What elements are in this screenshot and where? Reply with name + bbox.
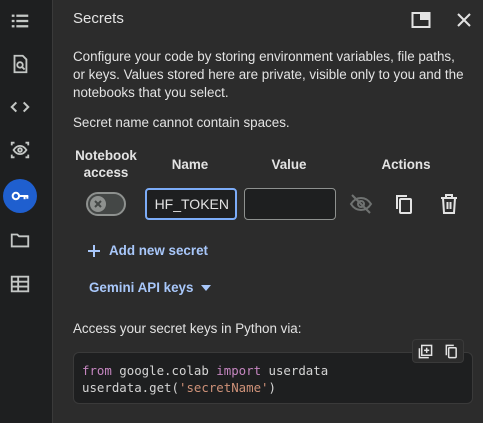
close-icon: [457, 13, 471, 27]
column-header-notebook-access: Notebook access: [71, 147, 141, 181]
left-icon-rail: [0, 0, 40, 423]
delete-secret-button[interactable]: [436, 191, 462, 217]
code-line-2: userdata.get('secretName'): [82, 379, 464, 396]
code-icon: [10, 101, 30, 113]
code-keyword-import: import: [216, 363, 262, 378]
column-header-name: Name: [171, 157, 209, 172]
gemini-api-keys-label: Gemini API keys: [89, 280, 194, 295]
access-instructions: Access your secret keys in Python via:: [73, 321, 302, 336]
secret-name-value: HF_TOKEN: [154, 196, 229, 212]
key-icon: [11, 191, 29, 201]
toggle-visibility-button[interactable]: [348, 191, 374, 217]
variables-inspector-button[interactable]: [3, 133, 37, 167]
column-header-actions: Actions: [381, 157, 431, 172]
secret-value-input[interactable]: [244, 188, 336, 220]
column-header-notebook-access-line2: access: [83, 165, 129, 180]
code-line-1: from google.colab import userdata: [82, 362, 464, 379]
code-import-name: userdata: [261, 363, 329, 378]
files-button[interactable]: [3, 223, 37, 257]
copy-secret-button[interactable]: [391, 191, 417, 217]
eye-icon: [10, 141, 30, 159]
column-header-value: Value: [271, 157, 307, 172]
plus-icon: [88, 244, 100, 257]
find-replace-button[interactable]: [3, 47, 37, 81]
open-in-tab-button[interactable]: [410, 9, 432, 31]
notebook-access-toggle[interactable]: [86, 192, 126, 216]
code-call: userdata.get(: [82, 380, 179, 395]
code-snippets-button[interactable]: [3, 90, 37, 124]
code-close-paren: ): [268, 380, 276, 395]
gemini-api-keys-dropdown[interactable]: Gemini API keys: [89, 280, 212, 295]
secrets-panel: Secrets Configure your code by storing e…: [52, 0, 483, 423]
column-header-notebook-access-line1: Notebook: [75, 148, 137, 163]
secret-name-input[interactable]: HF_TOKEN: [145, 188, 237, 220]
close-panel-button[interactable]: [453, 9, 475, 31]
trash-icon: [441, 194, 457, 214]
secrets-button[interactable]: [3, 179, 37, 213]
copy-icon: [445, 344, 457, 358]
insert-code-button[interactable]: [418, 344, 433, 359]
panel-title: Secrets: [73, 10, 124, 27]
code-toolbar: [412, 339, 464, 363]
copy-icon: [396, 195, 412, 214]
copy-code-button[interactable]: [444, 344, 458, 359]
data-table-button[interactable]: [3, 267, 37, 301]
panel-description: Configure your code by storing environme…: [73, 49, 464, 100]
eye-off-icon: [349, 194, 373, 214]
open-in-tab-icon: [411, 12, 431, 28]
add-new-secret-button[interactable]: Add new secret: [87, 243, 208, 258]
table-of-contents-button[interactable]: [3, 4, 37, 38]
toggle-knob: [90, 196, 106, 212]
caret-down-icon: [201, 284, 212, 291]
list-icon: [11, 14, 29, 28]
folder-icon: [10, 233, 30, 248]
close-icon: [94, 200, 102, 208]
code-keyword-from: from: [82, 363, 112, 378]
add-new-secret-label: Add new secret: [109, 243, 208, 258]
secret-name-note: Secret name cannot contain spaces.: [73, 115, 290, 130]
table-icon: [10, 275, 30, 293]
add-box-icon: [418, 344, 433, 358]
code-string: 'secretName': [178, 380, 269, 395]
search-doc-icon: [13, 54, 28, 74]
code-module: google.colab: [111, 363, 217, 378]
